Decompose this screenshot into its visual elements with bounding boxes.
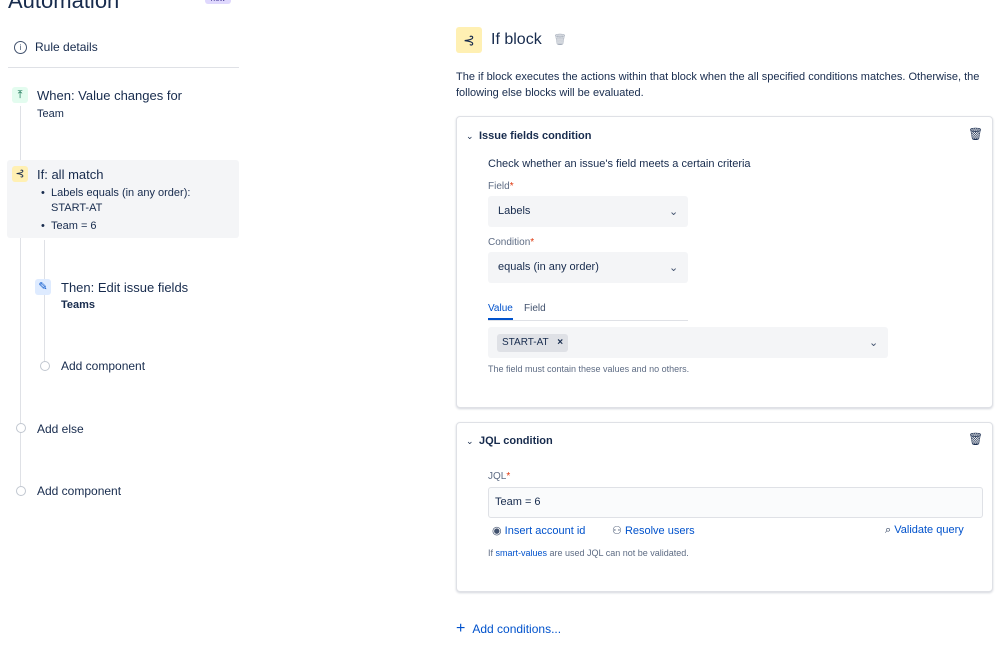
branch-icon: ⊰ xyxy=(12,166,28,182)
resolve-users-label: Resolve users xyxy=(624,525,695,537)
then-step-sub: Teams xyxy=(61,299,96,311)
flow-line-inner xyxy=(44,240,45,364)
value-hint: The field must contain these values and … xyxy=(488,364,690,374)
value-tag-label: START-AT xyxy=(502,337,549,348)
validate-query-link[interactable]: ⌕ Validate query xyxy=(885,524,964,537)
chevron-down-icon: ⌄ xyxy=(669,262,679,274)
tab-value[interactable]: Value xyxy=(488,303,513,314)
bullet-dot: • xyxy=(41,187,45,199)
new-badge: new xyxy=(205,0,231,4)
tab-field[interactable]: Field xyxy=(524,303,546,314)
then-step-title[interactable]: Then: Edit issue fields xyxy=(61,280,188,295)
issue-fields-title[interactable]: Issue fields condition xyxy=(479,130,591,142)
delete-condition-icon[interactable]: 🗑 xyxy=(968,127,983,141)
add-component-link[interactable]: Add component xyxy=(37,484,121,498)
active-tab-indicator xyxy=(488,318,513,320)
divider xyxy=(8,67,239,68)
field-select-value: Labels xyxy=(498,205,531,217)
field-select[interactable]: Labels xyxy=(488,196,688,227)
condition-select[interactable]: equals (in any order) xyxy=(488,252,688,283)
chevron-down-icon[interactable]: ⌄ xyxy=(466,436,474,447)
jql-hint: If smart-values are used JQL can not be … xyxy=(488,548,689,558)
bullet-dot: • xyxy=(41,220,45,232)
add-component-inner-link[interactable]: Add component xyxy=(61,359,145,373)
chevron-down-icon: ⌄ xyxy=(869,337,879,349)
chevron-down-icon[interactable]: ⌄ xyxy=(466,131,474,142)
condition-select-value: equals (in any order) xyxy=(498,261,599,273)
insert-account-id-label: Insert account id xyxy=(504,525,586,537)
add-conditions-label: Add conditions... xyxy=(472,622,562,636)
rule-details-item[interactable]: i Rule details xyxy=(14,40,98,54)
close-icon[interactable]: × xyxy=(557,337,563,348)
tabs-divider xyxy=(488,320,688,321)
user-icon: ◉ xyxy=(492,525,502,537)
add-else-link[interactable]: Add else xyxy=(37,422,84,436)
rule-details-label: Rule details xyxy=(35,40,98,54)
page-title: Automation xyxy=(8,0,120,13)
edit-pencil-icon: ✎ xyxy=(35,279,51,295)
branch-icon: ⊰ xyxy=(456,27,482,53)
jql-input[interactable]: Team = 6 xyxy=(488,487,983,518)
resolve-users-link[interactable]: ⚇ Resolve users xyxy=(612,524,695,537)
value-tag: START-AT × xyxy=(497,334,569,352)
users-icon: ⚇ xyxy=(612,525,622,537)
block-description: The if block executes the actions within… xyxy=(456,71,980,99)
insert-account-id-link[interactable]: ◉ Insert account id xyxy=(492,524,585,537)
add-conditions-button[interactable]: + Add conditions... xyxy=(456,620,561,638)
issue-fields-subtitle: Check whether an issue's field meets a c… xyxy=(488,158,751,170)
info-icon: i xyxy=(14,40,27,54)
condition-label: Condition* xyxy=(488,237,535,248)
add-component-dot xyxy=(40,361,50,371)
plus-icon: + xyxy=(456,620,466,637)
add-else-dot xyxy=(16,423,26,433)
trigger-icon: ⤒ xyxy=(12,87,28,103)
when-step-title[interactable]: When: Value changes for xyxy=(37,88,182,103)
if-condition-2: • Team = 6 xyxy=(41,220,97,232)
jql-label: JQL* xyxy=(488,471,511,482)
field-label: Field* xyxy=(488,181,514,192)
if-condition-1: • Labels equals (in any order): START-AT xyxy=(41,187,191,214)
when-step-sub: Team xyxy=(37,108,64,120)
block-title: If block xyxy=(491,31,542,48)
chevron-down-icon: ⌄ xyxy=(669,206,679,218)
delete-condition-icon[interactable]: 🗑 xyxy=(968,432,983,446)
validate-query-label: Validate query xyxy=(894,524,964,536)
delete-block-icon[interactable]: 🗑 xyxy=(553,33,567,46)
smart-values-link[interactable]: smart-values xyxy=(496,548,548,558)
jql-title[interactable]: JQL condition xyxy=(479,435,553,447)
search-icon: ⌕ xyxy=(885,524,892,536)
if-step-title[interactable]: If: all match xyxy=(37,167,103,182)
add-component-dot xyxy=(16,486,26,496)
